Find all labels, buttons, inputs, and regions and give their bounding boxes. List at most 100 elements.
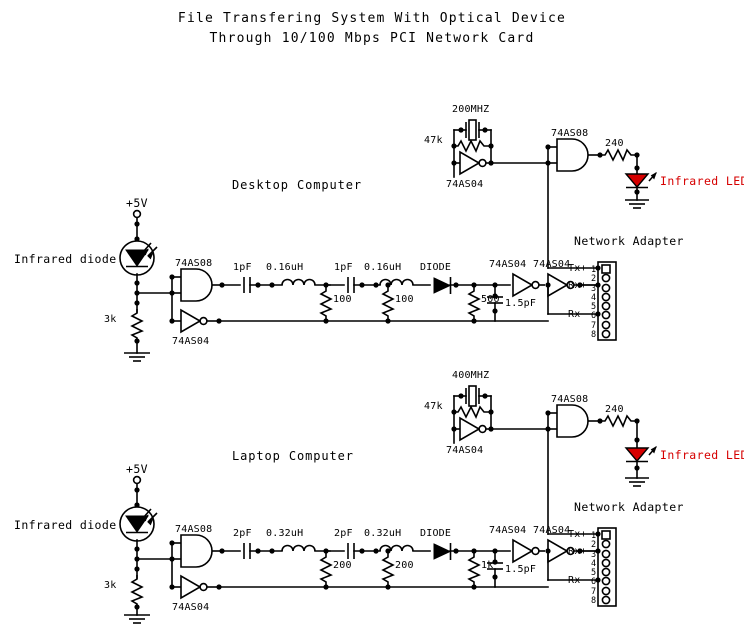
adapter-pin-number-2: 2 [591, 274, 596, 284]
rectifier-diode-label-desktop: DIODE [420, 262, 451, 273]
junction-dot [471, 318, 477, 324]
oscillator-inverter-label-laptop: 74AS04 [446, 445, 483, 456]
junction-dot [323, 584, 329, 590]
junction-dot [492, 559, 498, 565]
resistor-r2-label-desktop: 100 [395, 294, 414, 305]
rectifier-diode-desktop [433, 277, 452, 294]
and-gate-74as08-input-laptop [172, 534, 222, 568]
junction-dot [373, 548, 379, 554]
bias-resistor-label-laptop: 3k [104, 580, 116, 591]
capacitor-c1-desktop [243, 277, 251, 293]
junction-dot [634, 165, 640, 171]
circuit-desktop: Desktop Computer +5V Infrared diode 3k 7… [14, 104, 744, 362]
adapter-pin-8-pad [601, 329, 611, 339]
and-gate-label-desktop: 74AS08 [175, 258, 212, 269]
junction-dot [323, 318, 329, 324]
adapter-pin-6-pad [601, 576, 611, 586]
network-adapter-title-laptop: Network Adapter [574, 500, 684, 514]
ground-symbol-desktop-led [625, 199, 649, 209]
rectifier-diode-label-laptop: DIODE [420, 528, 451, 539]
junction-dot [451, 160, 457, 166]
section-label-laptop: Laptop Computer [232, 449, 354, 463]
junction-dot [134, 280, 140, 286]
ground-symbol-laptop-bias [124, 614, 150, 624]
supply-terminal-laptop [132, 475, 142, 485]
junction-dot [458, 393, 464, 399]
adapter-pin-2-pad [601, 273, 611, 283]
and-gate-74as08-input-desktop [172, 268, 222, 302]
inverter-label-laptop: 74AS04 [172, 602, 209, 613]
junction-dot [488, 143, 494, 149]
junction-dot [595, 311, 601, 317]
junction-dot [471, 548, 477, 554]
adapter-pin-5-pad [601, 301, 611, 311]
adapter-pin-number-2: 2 [591, 540, 596, 550]
junction-dot [359, 282, 365, 288]
adapter-pin-number-6: 6 [591, 311, 596, 321]
output-inverter-1-label-desktop: 74AS04 [489, 259, 526, 270]
junction-dot [385, 548, 391, 554]
adapter-pin-1-pad [601, 530, 611, 540]
oscillator-inverter-desktop [454, 150, 491, 176]
capacitor-c2-label-desktop: 1pF [334, 262, 353, 273]
inductor-l1-laptop [281, 544, 316, 552]
infrared-diode-label-laptop: Infrared diode [14, 518, 117, 532]
adapter-rxminus-label-desktop: Rx- [568, 309, 587, 320]
junction-dot [134, 566, 140, 572]
led-resistor-laptop [600, 414, 637, 428]
adapter-pin-7-pad [601, 586, 611, 596]
adapter-pin-4-pad [601, 558, 611, 568]
rectifier-diode-laptop [433, 543, 452, 560]
feedback-resistor-label-laptop: 47k [424, 401, 443, 412]
adapter-rxminus-label-laptop: Rx- [568, 575, 587, 586]
junction-dot [134, 546, 140, 552]
junction-dot [471, 282, 477, 288]
and-gate-74as08-output-laptop [548, 404, 600, 438]
junction-dot [595, 577, 601, 583]
resistor-r1-label-laptop: 200 [333, 560, 352, 571]
junction-dot [255, 548, 261, 554]
resistor-r2-label-laptop: 200 [395, 560, 414, 571]
and-gate-74as08-output-desktop [548, 138, 600, 172]
bias-resistor-desktop [130, 309, 144, 342]
inductor-l2-laptop [379, 544, 414, 552]
resistor-r3-laptop [467, 553, 481, 587]
network-adapter-title-desktop: Network Adapter [574, 234, 684, 248]
schematic-canvas: File Transfering System With Optical Dev… [0, 0, 744, 630]
feedback-resistor-label-desktop: 47k [424, 135, 443, 146]
inverter-74as04-input-desktop [172, 308, 219, 334]
resistor-r1-laptop [319, 553, 333, 587]
junction-dot [269, 548, 275, 554]
adapter-pin-7-pad [601, 320, 611, 330]
junction-dot [634, 189, 640, 195]
network-adapter-laptop: Network Adapter 1 2 3 4 5 6 7 8 Tx+ Rx+ … [568, 500, 684, 607]
junction-dot [134, 487, 140, 493]
circuit-diagram: File Transfering System With Optical Dev… [14, 11, 744, 624]
circuit-laptop: Laptop Computer +5V Infrared diode 3k 74… [14, 370, 744, 624]
output-inverter-1-desktop [512, 272, 545, 298]
output-inverter-1-laptop [512, 538, 545, 564]
infrared-led-desktop [624, 171, 657, 189]
capacitor-c2-laptop [347, 543, 355, 559]
supply-label-laptop: +5V [126, 462, 148, 476]
inductor-l1-label-desktop: 0.16uH [266, 262, 303, 273]
crystal-label-laptop: 400MHZ [452, 370, 489, 381]
junction-dot [634, 437, 640, 443]
inductor-l1-desktop [281, 278, 316, 286]
supply-terminal-desktop [132, 209, 142, 219]
feedback-resistor-desktop [454, 139, 491, 153]
junction-dot [458, 127, 464, 133]
adapter-pin-number-8: 8 [591, 596, 596, 606]
junction-dot [269, 282, 275, 288]
and-gate-label-laptop: 74AS08 [175, 524, 212, 535]
diagram-title-line1: File Transfering System With Optical Dev… [178, 11, 566, 26]
junction-dot [492, 293, 498, 299]
adapter-pin-number-6: 6 [591, 577, 596, 587]
inverter-label-desktop: 74AS04 [172, 336, 209, 347]
oscillator-inverter-label-desktop: 74AS04 [446, 179, 483, 190]
junction-dot [134, 604, 140, 610]
junction-dot [482, 127, 488, 133]
infrared-led-laptop [624, 445, 657, 463]
capacitor-c3-laptop [487, 550, 503, 588]
junction-dot [385, 318, 391, 324]
